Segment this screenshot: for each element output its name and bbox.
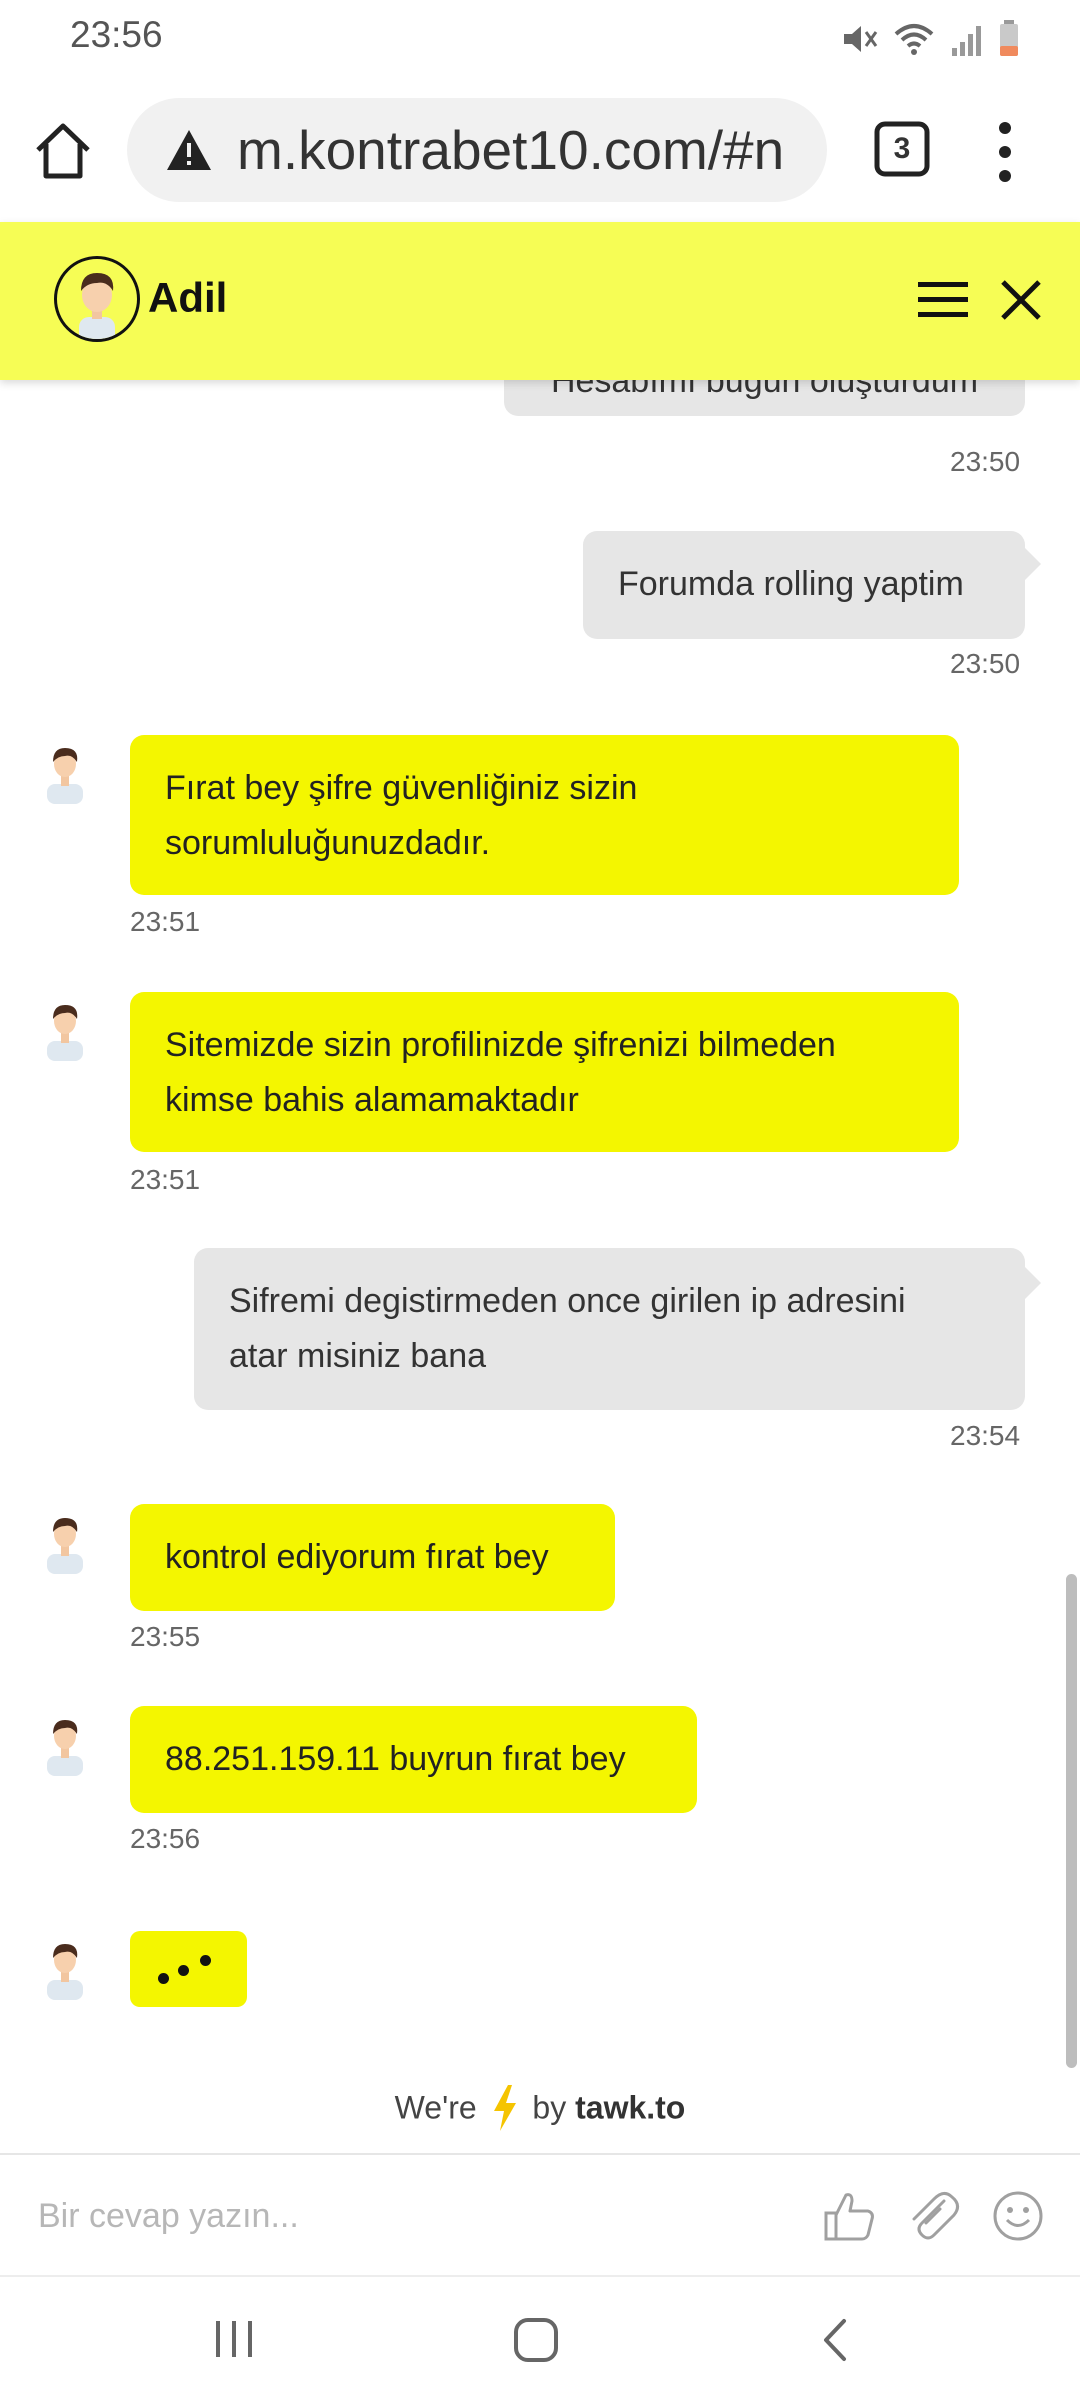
message-composer: [0, 2153, 1080, 2277]
message-line: atar misiniz bana: [229, 1337, 487, 1375]
paperclip-icon[interactable]: [906, 2189, 960, 2243]
tab-count: 3: [893, 132, 911, 165]
warning-icon[interactable]: [165, 128, 213, 172]
agent-name: Adil: [148, 274, 228, 321]
tabs-button[interactable]: 3: [873, 120, 931, 178]
chat-header: Adil: [0, 222, 1080, 380]
typing-dot: [178, 1965, 189, 1976]
system-nav-bar: [0, 2275, 1080, 2402]
message-time: 23:55: [130, 1621, 201, 1652]
message-line: kimse bahis alamamaktadır: [165, 1081, 579, 1119]
home-icon[interactable]: [30, 118, 96, 184]
powered-brand: tawk.to: [575, 2089, 686, 2126]
status-bar: 23:56: [0, 0, 1080, 80]
status-icons: [840, 16, 1020, 62]
visitor-message: Sifremi degistirmeden once girilen ip ad…: [194, 1248, 1025, 1410]
message-time: 23:50: [950, 446, 1021, 477]
powered-prefix: We're: [394, 2089, 477, 2126]
powered-by[interactable]: We're by tawk.to: [0, 2085, 1080, 2141]
url-text: m.kontrabet10.com/#n: [237, 119, 785, 181]
agent-avatar-icon: [47, 1944, 83, 2000]
wifi-icon: [894, 24, 934, 55]
message-time: 23:56: [130, 1823, 201, 1854]
agent-message: Sitemizde sizin profilinizde şifrenizi b…: [130, 992, 959, 1152]
mute-icon: [844, 26, 878, 52]
agent-avatar-icon: [47, 1720, 83, 1776]
bolt-icon: [493, 2085, 516, 2131]
message-text: Forumda rolling yaptim: [618, 565, 964, 603]
browser-toolbar: m.kontrabet10.com/#n 3: [0, 80, 1080, 222]
emoji-icon[interactable]: [991, 2189, 1045, 2243]
thumbs-up-icon[interactable]: [822, 2189, 876, 2243]
agent-message: 88.251.159.11 buyrun fırat bey: [130, 1706, 697, 1813]
scrollbar[interactable]: [1066, 1574, 1077, 2068]
battery-icon: [1000, 20, 1018, 56]
close-icon[interactable]: [999, 278, 1043, 322]
agent-avatar-icon: [47, 1005, 83, 1061]
recents-icon[interactable]: [214, 2317, 254, 2361]
avatar: [54, 256, 140, 342]
message-text: Hesabımı bugün oluşturdum: [550, 380, 979, 400]
bubble-tail: [1025, 1267, 1041, 1299]
message-time: 23:51: [130, 906, 201, 937]
menu-icon[interactable]: [918, 280, 968, 320]
status-time: 23:56: [70, 14, 163, 55]
message-time: 23:50: [950, 648, 1021, 679]
nav-home-icon[interactable]: [513, 2317, 559, 2363]
typing-dot: [200, 1955, 211, 1966]
message-time: 23:54: [950, 1420, 1021, 1451]
message-line: Sitemizde sizin profilinizde şifrenizi b…: [165, 1026, 836, 1064]
message-line: sorumluluğunuzdadır.: [165, 824, 491, 862]
agent-message: Fırat bey şifre güvenliğiniz sizin sorum…: [130, 735, 959, 895]
typing-dot: [158, 1973, 169, 1984]
address-bar[interactable]: m.kontrabet10.com/#n: [127, 98, 827, 202]
message-text: kontrol ediyorum fırat bey: [165, 1538, 549, 1576]
more-vert-icon[interactable]: [990, 120, 1020, 184]
bubble-tail: [1025, 548, 1041, 580]
typing-indicator: [130, 1931, 247, 2007]
agent-avatar-icon: [47, 748, 83, 804]
message-input[interactable]: [36, 2179, 780, 2253]
agent-avatar-icon: [47, 1518, 83, 1574]
agent-message: kontrol ediyorum fırat bey: [130, 1504, 615, 1611]
visitor-message: Forumda rolling yaptim: [583, 531, 1025, 639]
chat-transcript: Hesabımı bugün oluşturdum 23:50 Forumda …: [0, 380, 1080, 2150]
signal-icon: [952, 26, 981, 56]
powered-by-text: by: [532, 2089, 567, 2126]
message-line: Sifremi degistirmeden once girilen ip ad…: [229, 1282, 906, 1320]
message-time: 23:51: [130, 1164, 201, 1195]
visitor-message: Hesabımı bugün oluşturdum: [504, 380, 1025, 416]
message-text: 88.251.159.11 buyrun fırat bey: [165, 1740, 626, 1778]
back-icon[interactable]: [820, 2317, 850, 2363]
message-line: Fırat bey şifre güvenliğiniz sizin: [165, 769, 638, 807]
